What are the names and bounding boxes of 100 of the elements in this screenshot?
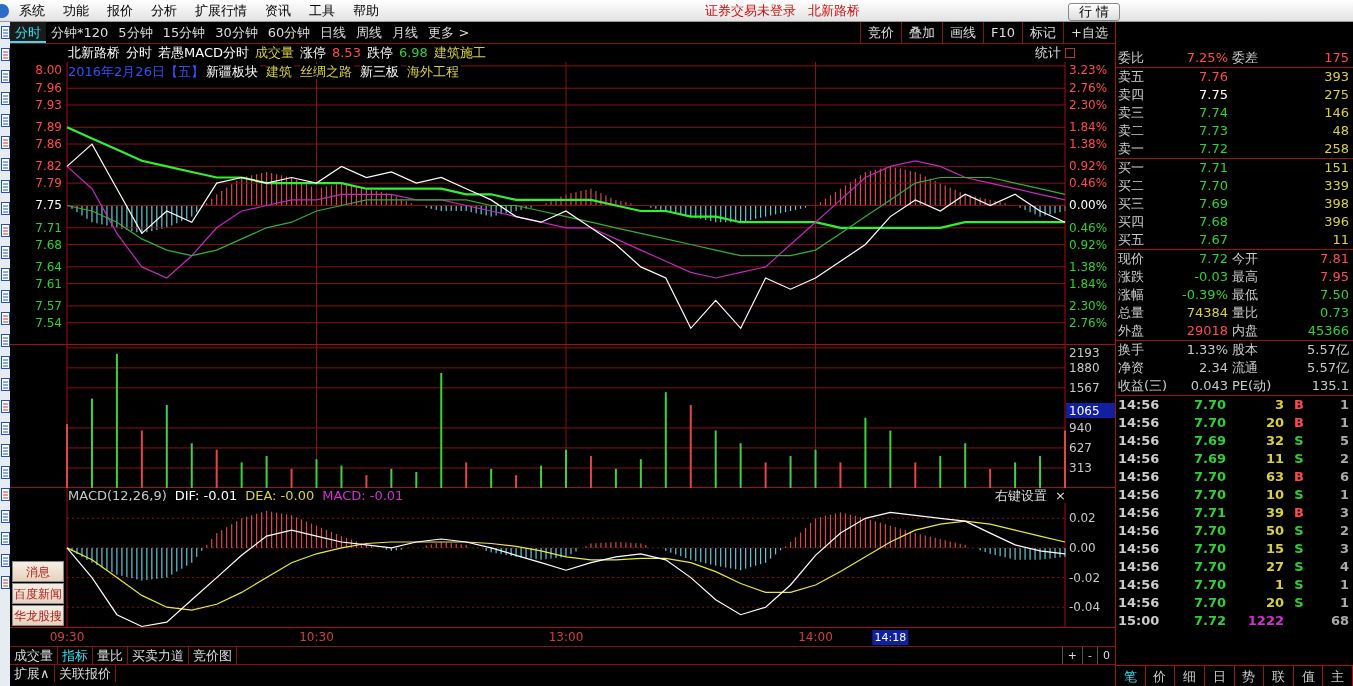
axis-label: 0.02 (1069, 511, 1096, 526)
panel-tab[interactable]: 细 (1175, 666, 1205, 686)
trade-time: 14:56 (1117, 576, 1161, 594)
field-label: 股本 (1231, 341, 1259, 359)
field-label: 流通 (1231, 359, 1259, 377)
axis-label: 3.23% (1069, 63, 1108, 77)
quote-button[interactable]: 行 情 (1067, 2, 1120, 21)
sector-tag[interactable]: 建筑 (265, 64, 294, 79)
toolbar-button[interactable]: F10 (983, 22, 1023, 43)
period-tab[interactable]: 日线 (315, 22, 352, 43)
sector-tag[interactable]: 海外工程 (406, 64, 461, 79)
sector-tag[interactable]: 新疆板块 (205, 64, 260, 79)
panel-tab[interactable]: 势 (1234, 666, 1265, 686)
trade-side: S (1293, 450, 1305, 468)
indicator-tab[interactable]: 成交量 (10, 647, 58, 664)
axis-label: -0.04 (1069, 600, 1101, 615)
trade-volume: 39 (1264, 504, 1284, 522)
indicator-tab[interactable]: 量比 (93, 647, 128, 664)
axis-label: 0.92% (1069, 237, 1108, 252)
period-tab[interactable]: 60分钟 (262, 22, 316, 43)
panel-tab[interactable]: 值 (1293, 666, 1324, 686)
menu-item[interactable]: 系统 (10, 0, 54, 21)
axis-label: 7.61 (35, 276, 62, 291)
period-tab[interactable]: 15分钟 (157, 22, 211, 43)
toolbar-button[interactable]: 叠加 (901, 22, 943, 43)
period-tab[interactable]: 更多 > (423, 22, 475, 43)
axis-label: 1.38% (1069, 259, 1108, 274)
order-volume: 11 (1331, 231, 1350, 249)
axis-label: 7.86 (35, 137, 62, 152)
period-tab[interactable]: 周线 (351, 22, 388, 43)
axis-label: 7.75 (35, 198, 62, 213)
trade-count: 68 (1329, 612, 1350, 630)
indicator-label: MACD: -0.01 (322, 488, 406, 503)
axis-label: 7.71 (35, 220, 62, 235)
menu-item[interactable]: 报价 (98, 0, 142, 21)
field-label: 净资 (1117, 359, 1145, 377)
settings-label[interactable]: 右键设置 (995, 488, 1049, 503)
toolbar-button[interactable]: 竞价 (860, 22, 902, 43)
trade-count: 6 (1338, 468, 1350, 486)
order-label: 买三 (1117, 195, 1145, 213)
toolbar-button[interactable]: 画线 (942, 22, 984, 43)
panel-tab[interactable]: 笔 (1116, 666, 1146, 686)
field-label: 最低 (1231, 286, 1259, 304)
trade-count: 3 (1338, 540, 1350, 558)
axis-label: 1880 (1069, 360, 1100, 375)
order-label: 卖五 (1117, 68, 1145, 86)
news-button[interactable]: 百度新闻 (12, 583, 64, 604)
menu-item[interactable]: 分析 (142, 0, 186, 21)
period-tab[interactable]: 月线 (387, 22, 424, 43)
indicator-tab[interactable]: 竞价图 (189, 647, 237, 664)
trade-count: 1 (1338, 594, 1350, 612)
extension-tab[interactable]: 扩展∧ (10, 665, 55, 682)
period-tab[interactable]: 30分钟 (210, 22, 263, 43)
trade-volume: 20 (1264, 594, 1284, 612)
field-value: 0.73 (1319, 304, 1350, 322)
field-value: 175 (1323, 49, 1350, 67)
extension-tab[interactable]: 关联报价 (54, 665, 116, 682)
trade-side: B (1293, 396, 1305, 414)
menu-item[interactable]: 帮助 (344, 0, 388, 21)
zoom-button[interactable]: + (1061, 647, 1082, 664)
toolbar-button[interactable]: 标记 (1022, 22, 1064, 43)
order-price: 7.68 (1198, 213, 1228, 231)
indicator-tab[interactable]: 指标 (58, 647, 93, 664)
indicator-label: DIF: -0.01 (174, 488, 240, 503)
panel-tab[interactable]: 日 (1204, 666, 1235, 686)
trade-volume: 20 (1264, 414, 1284, 432)
sector-tag[interactable]: 丝绸之路 (299, 64, 354, 79)
menu-item[interactable]: 资讯 (256, 0, 300, 21)
panel-tab[interactable]: 主 (1323, 666, 1353, 686)
menu-item[interactable]: 工具 (300, 0, 344, 21)
trade-time: 14:56 (1117, 486, 1161, 504)
time-label: 14:00 (798, 630, 833, 644)
menu-item[interactable]: 扩展行情 (186, 0, 256, 21)
field-value: 5.57亿 (1306, 359, 1350, 377)
trade-count: 4 (1338, 558, 1350, 576)
trade-time: 15:00 (1117, 612, 1161, 630)
period-tab[interactable]: 5分钟 (113, 22, 158, 43)
trade-price: 7.70 (1192, 540, 1226, 558)
order-price: 7.69 (1198, 195, 1228, 213)
field-value: 74384 (1185, 304, 1228, 322)
stats-button[interactable]: 统计 (1031, 44, 1065, 62)
axis-label: 313 (1069, 461, 1092, 475)
trade-side: B (1293, 468, 1305, 486)
period-tab[interactable]: 分钟*120 (46, 22, 114, 43)
axis-label: 1.84% (1069, 276, 1108, 291)
menu-item[interactable]: 功能 (54, 0, 98, 21)
field-label: 最高 (1231, 268, 1259, 286)
period-tab[interactable]: 分时 (10, 22, 46, 43)
sector-tag[interactable]: 新三板 (359, 64, 401, 79)
news-button[interactable]: 华龙股搜 (12, 605, 64, 626)
panel-tab[interactable]: 价 (1145, 666, 1176, 686)
news-button[interactable]: 消息 (12, 561, 64, 582)
order-price: 7.75 (1198, 86, 1228, 104)
trade-side: S (1293, 522, 1305, 540)
order-label: 卖二 (1117, 122, 1145, 140)
panel-tab[interactable]: 联 (1264, 666, 1294, 686)
close-button[interactable]: × (1055, 488, 1068, 503)
zoom-button[interactable]: - (1082, 647, 1097, 664)
trade-time: 14:56 (1117, 414, 1161, 432)
indicator-tab[interactable]: 买卖力道 (128, 647, 189, 664)
